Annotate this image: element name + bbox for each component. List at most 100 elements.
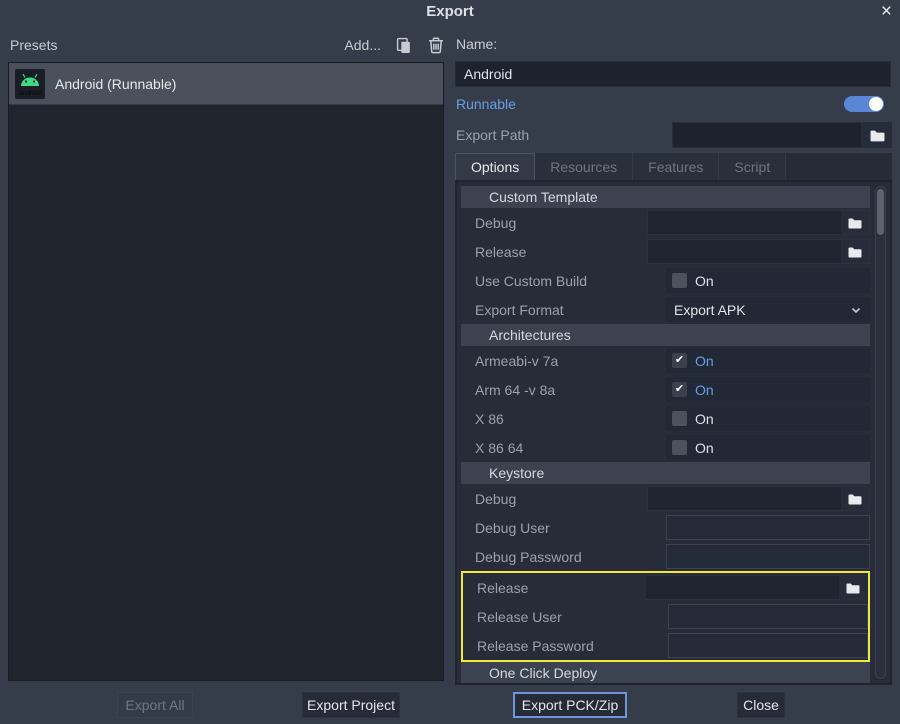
option-label: Armeabi-v 7a	[461, 346, 666, 375]
tab-bar: Options Resources Features Script	[455, 153, 892, 180]
check-field: ✔ On	[666, 348, 870, 373]
export-all-button: Export All	[117, 692, 193, 718]
export-path-row: Export Path	[456, 122, 892, 148]
name-label: Name:	[456, 36, 497, 52]
option-label: Release	[461, 237, 647, 266]
delete-preset-icon[interactable]	[428, 37, 444, 54]
option-row-x86: X 86 On	[461, 404, 870, 433]
option-row-template-release: Release	[461, 237, 870, 266]
option-row-armeabi-v7a: Armeabi-v 7a ✔ On	[461, 346, 870, 375]
highlight-box-release-keystore: Release Release User Release Password	[461, 571, 870, 662]
export-path-input[interactable]	[672, 122, 862, 148]
dropdown-value: Export APK	[674, 302, 746, 318]
option-row-export-format: Export Format Export APK	[461, 295, 870, 324]
add-preset-button[interactable]: Add...	[344, 37, 381, 53]
option-label: Release Password	[463, 631, 668, 660]
release-password-input[interactable]	[669, 634, 867, 657]
presets-header: Presets Add...	[10, 33, 444, 57]
check-field: ✔ On	[666, 377, 870, 402]
option-row-debug-password: Debug Password	[461, 542, 870, 571]
option-label: Release User	[463, 602, 668, 631]
android-icon: android	[15, 69, 45, 99]
option-label: Arm 64 -v 8a	[461, 375, 666, 404]
folder-button[interactable]	[839, 576, 867, 599]
debug-password-input[interactable]	[667, 545, 869, 568]
option-label: Release	[463, 573, 645, 602]
section-one-click-deploy[interactable]: One Click Deploy	[461, 662, 870, 684]
checkbox-label: On	[695, 440, 714, 456]
check-field: On	[666, 435, 870, 460]
checkbox-checked[interactable]: ✔	[672, 382, 687, 397]
close-button[interactable]: Close	[737, 692, 785, 718]
folder-button[interactable]	[841, 240, 869, 263]
tab-features[interactable]: Features	[633, 153, 719, 180]
checkbox-unchecked[interactable]	[672, 440, 687, 455]
option-row-keystore-debug: Debug	[461, 484, 870, 513]
check-field: On	[666, 268, 870, 293]
option-row-debug-user: Debug User	[461, 513, 870, 542]
options-list: Custom Template Debug Release Use Custom…	[461, 186, 870, 684]
folder-button[interactable]	[841, 487, 869, 510]
folder-button[interactable]	[841, 211, 869, 234]
checkbox-unchecked[interactable]	[672, 273, 687, 288]
file-path-input[interactable]	[648, 240, 841, 263]
scrollbar-thumb[interactable]	[877, 189, 884, 235]
presets-title: Presets	[10, 37, 57, 53]
name-input[interactable]	[455, 61, 891, 87]
toggle-knob	[869, 97, 883, 111]
runnable-row: Runnable	[456, 93, 891, 115]
tab-resources[interactable]: Resources	[535, 153, 633, 180]
file-field	[647, 486, 870, 511]
check-field: On	[666, 406, 870, 431]
option-row-keystore-release: Release	[463, 573, 868, 602]
export-format-dropdown[interactable]: Export APK	[666, 297, 870, 322]
option-label: X 86 64	[461, 433, 666, 462]
preset-item-android[interactable]: android Android (Runnable)	[9, 63, 443, 105]
option-label: Debug	[461, 484, 647, 513]
file-field	[645, 575, 868, 600]
section-keystore[interactable]: Keystore	[461, 462, 870, 484]
export-path-label: Export Path	[456, 127, 529, 143]
text-field	[668, 633, 868, 658]
checkbox-unchecked[interactable]	[672, 411, 687, 426]
release-user-input[interactable]	[669, 605, 867, 628]
duplicate-preset-icon[interactable]	[396, 37, 413, 54]
close-icon[interactable]: ×	[881, 0, 892, 24]
preset-item-label: Android (Runnable)	[55, 76, 176, 92]
option-label: Export Format	[461, 295, 666, 324]
dialog-titlebar: Export ×	[0, 0, 900, 26]
svg-text:android: android	[19, 90, 41, 97]
tab-script[interactable]: Script	[719, 153, 786, 180]
export-project-button[interactable]: Export Project	[302, 692, 400, 718]
options-panel: Custom Template Debug Release Use Custom…	[455, 180, 892, 685]
debug-user-input[interactable]	[667, 516, 869, 539]
section-custom-template[interactable]: Custom Template	[461, 186, 870, 208]
file-path-input[interactable]	[648, 487, 841, 510]
option-label: X 86	[461, 404, 666, 433]
text-field	[666, 544, 870, 569]
export-pck-zip-button[interactable]: Export PCK/Zip	[513, 692, 627, 718]
file-path-input[interactable]	[648, 211, 841, 234]
file-field	[647, 239, 870, 264]
tab-options[interactable]: Options	[455, 153, 535, 180]
option-label: Debug	[461, 208, 647, 237]
file-path-input[interactable]	[646, 576, 839, 599]
text-field	[666, 515, 870, 540]
chevron-down-icon	[850, 304, 862, 316]
export-path-folder-button[interactable]	[862, 122, 892, 148]
option-row-arm64-v8a: Arm 64 -v 8a ✔ On	[461, 375, 870, 404]
option-row-use-custom-build: Use Custom Build On	[461, 266, 870, 295]
runnable-label: Runnable	[456, 96, 516, 112]
text-field	[668, 604, 868, 629]
option-row-release-user: Release User	[463, 602, 868, 631]
checkbox-checked[interactable]: ✔	[672, 353, 687, 368]
option-row-x86-64: X 86 64 On	[461, 433, 870, 462]
option-label: Debug User	[461, 513, 666, 542]
checkbox-label: On	[695, 273, 714, 289]
checkbox-label: On	[695, 382, 714, 398]
section-architectures[interactable]: Architectures	[461, 324, 870, 346]
runnable-toggle[interactable]	[844, 96, 884, 112]
file-field	[647, 210, 870, 235]
options-scrollbar[interactable]	[875, 186, 886, 679]
preset-list: android Android (Runnable)	[8, 62, 444, 681]
